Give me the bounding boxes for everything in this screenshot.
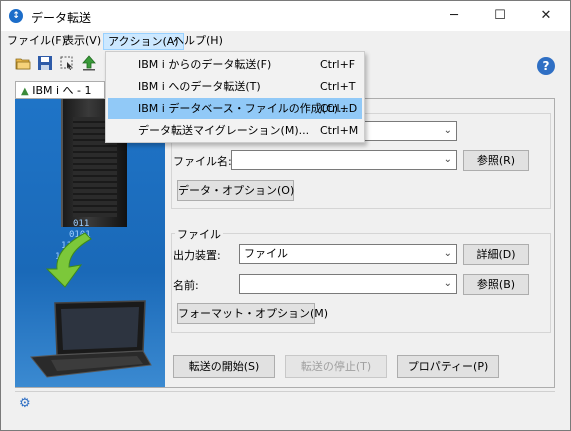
upload-icon[interactable]	[79, 55, 99, 75]
menu-help[interactable]: ヘルプ(H)	[169, 33, 227, 50]
file-group-label: ファイル	[175, 226, 223, 242]
details-button[interactable]: 詳細(D)	[463, 244, 529, 265]
data-options-button[interactable]: データ・オプション(O)	[177, 180, 294, 201]
help-icon[interactable]: ?	[537, 57, 555, 75]
name-label: 名前:	[173, 279, 199, 292]
chevron-down-icon: ⌄	[443, 125, 452, 136]
menu-view[interactable]: 表示(V)	[59, 33, 105, 50]
chevron-down-icon: ⌄	[443, 278, 452, 289]
menu-item-create-database-file[interactable]: IBM i データベース・ファイルの作成(C)... Ctrl+D	[108, 98, 362, 119]
name-input[interactable]: ⌄	[239, 274, 457, 294]
close-button[interactable]: ✕	[523, 1, 569, 31]
gear-icon[interactable]: ⚙	[19, 396, 31, 411]
open-folder-icon[interactable]	[13, 55, 33, 75]
title-bar: ↕ データ転送 ─ ☐ ✕	[1, 1, 570, 31]
laptop-image	[30, 300, 152, 378]
menu-bar: ファイル(F) 表示(V) アクション(A) ヘルプ(H)	[1, 31, 570, 51]
format-options-button[interactable]: フォーマット・オプション(M)	[177, 303, 328, 324]
output-device-value: ファイル	[244, 247, 288, 260]
tab-label: IBM i へ - 1	[32, 84, 92, 97]
menu-item-data-transfer-migration[interactable]: データ転送マイグレーション(M)... Ctrl+M	[108, 120, 362, 141]
output-device-label: 出力装置:	[173, 249, 221, 262]
chevron-down-icon: ⌄	[443, 248, 452, 259]
green-arrow-icon	[45, 232, 92, 288]
file-name-input[interactable]: ⌄	[231, 150, 457, 170]
file-name-label: ファイル名:	[173, 155, 232, 168]
maximize-button[interactable]: ☐	[477, 1, 523, 31]
browse-name-button[interactable]: 参照(B)	[463, 274, 529, 295]
save-icon[interactable]	[35, 55, 55, 75]
output-device-select[interactable]: ファイル ⌄	[239, 244, 457, 264]
start-transfer-button[interactable]: 転送の開始(S)	[173, 355, 275, 378]
select-icon[interactable]	[57, 55, 77, 75]
upload-tab-icon: ▲	[21, 86, 29, 97]
tab-bar: ▲ IBM i へ - 1	[15, 81, 105, 100]
main-window: ↕ データ転送 ─ ☐ ✕ ファイル(F) 表示(V) アクション(A) ヘルプ…	[0, 0, 571, 431]
menu-item-transfer-from-ibmi[interactable]: IBM i からのデータ転送(F) Ctrl+F	[108, 54, 362, 75]
properties-button[interactable]: プロパティー(P)	[397, 355, 499, 378]
menu-item-transfer-to-ibmi[interactable]: IBM i へのデータ転送(T) Ctrl+T	[108, 76, 362, 97]
minimize-button[interactable]: ─	[431, 1, 477, 31]
action-menu: IBM i からのデータ転送(F) Ctrl+F IBM i へのデータ転送(T…	[105, 51, 365, 143]
stop-transfer-button[interactable]: 転送の停止(T)	[285, 355, 387, 378]
browse-source-button[interactable]: 参照(R)	[463, 150, 529, 171]
window-title: データ転送	[31, 11, 92, 25]
status-bar: ⚙	[15, 391, 555, 415]
app-icon[interactable]: ↕	[9, 9, 23, 23]
chevron-down-icon: ⌄	[443, 154, 452, 165]
